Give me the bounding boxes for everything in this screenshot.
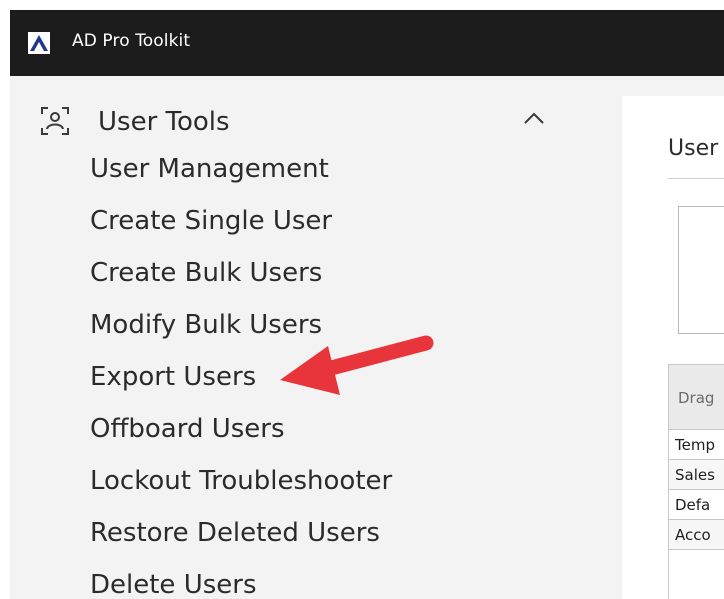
sidebar-item-delete-users[interactable]: Delete Users bbox=[90, 570, 257, 599]
table-row[interactable]: Defa bbox=[669, 490, 724, 520]
sidebar: User Tools User Management Create Single… bbox=[10, 76, 614, 599]
heading-divider bbox=[668, 178, 724, 179]
table-row[interactable]: Acco bbox=[669, 520, 724, 550]
table-cell: Defa bbox=[675, 496, 711, 514]
group-header-user-tools[interactable]: User Tools bbox=[10, 98, 614, 142]
chevron-up-icon[interactable] bbox=[522, 110, 546, 126]
ad-pro-logo-icon bbox=[28, 32, 50, 54]
app-window: AD Pro Toolkit User Tools User Managemen… bbox=[10, 10, 724, 599]
sidebar-item-user-management[interactable]: User Management bbox=[90, 154, 329, 184]
table-cell: Acco bbox=[675, 526, 711, 544]
data-grid: Drag Temp Sales Defa Acco bbox=[668, 364, 724, 599]
sidebar-item-lockout-troubleshooter[interactable]: Lockout Troubleshooter bbox=[90, 466, 392, 496]
sidebar-item-modify-bulk-users[interactable]: Modify Bulk Users bbox=[90, 310, 322, 340]
group-label: User Tools bbox=[98, 107, 230, 137]
input-box[interactable] bbox=[678, 206, 724, 334]
app-title: AD Pro Toolkit bbox=[72, 31, 191, 51]
table-cell: Sales bbox=[675, 466, 715, 484]
table-cell: Temp bbox=[675, 436, 715, 454]
table-row[interactable]: Temp bbox=[669, 430, 724, 460]
page-title: User bbox=[668, 136, 719, 161]
user-scan-icon bbox=[41, 107, 69, 135]
sidebar-item-offboard-users[interactable]: Offboard Users bbox=[90, 414, 285, 444]
sidebar-item-create-single-user[interactable]: Create Single User bbox=[90, 206, 332, 236]
table-row[interactable]: Sales bbox=[669, 460, 724, 490]
grid-group-header[interactable]: Drag bbox=[669, 365, 724, 430]
sidebar-item-create-bulk-users[interactable]: Create Bulk Users bbox=[90, 258, 322, 288]
sidebar-item-export-users[interactable]: Export Users bbox=[90, 362, 256, 392]
sidebar-item-restore-deleted-users[interactable]: Restore Deleted Users bbox=[90, 518, 380, 548]
title-bar: AD Pro Toolkit bbox=[10, 10, 724, 76]
main-panel: User Drag Temp Sales Defa Acco bbox=[622, 96, 724, 599]
grid-group-header-label: Drag bbox=[678, 389, 715, 407]
